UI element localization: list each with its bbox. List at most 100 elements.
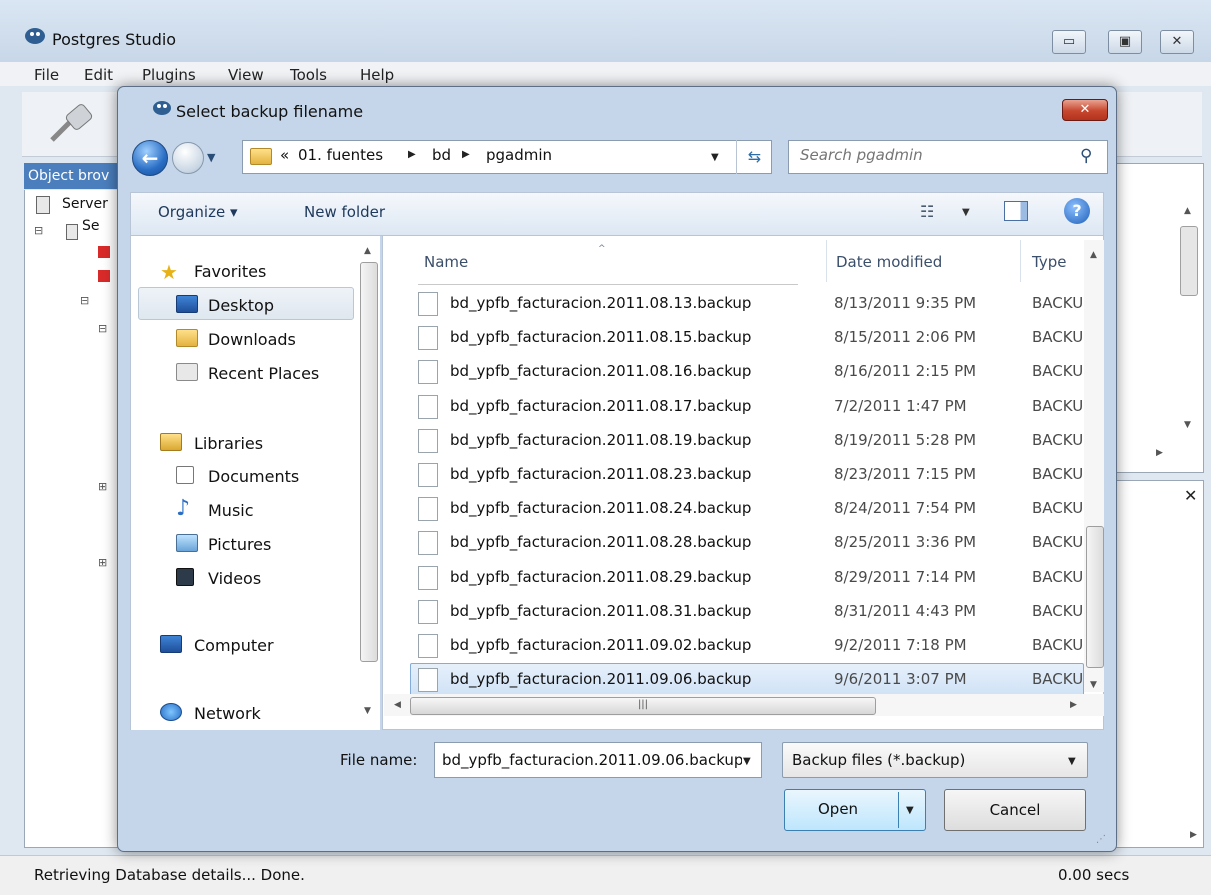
nav-computer[interactable]: Computer bbox=[194, 636, 274, 655]
scroll-up-arrow-icon[interactable]: ▲ bbox=[364, 246, 371, 256]
scroll-down-arrow-icon[interactable]: ▼ bbox=[1184, 420, 1191, 430]
nav-network[interactable]: Network bbox=[194, 704, 261, 723]
scroll-right-arrow-icon[interactable]: ▶ bbox=[1190, 830, 1197, 840]
menu-file[interactable]: File bbox=[34, 66, 59, 84]
scroll-right-arrow-icon[interactable]: ▶ bbox=[1070, 700, 1077, 710]
file-date: 8/31/2011 4:43 PM bbox=[834, 602, 977, 620]
breadcrumb-separator-icon[interactable]: ▶ bbox=[462, 149, 470, 160]
file-name[interactable]: bd_ypfb_facturacion.2011.08.13.backup bbox=[450, 294, 751, 312]
history-dropdown-icon[interactable]: ▼ bbox=[207, 151, 215, 164]
maximize-button[interactable]: ▣ bbox=[1108, 30, 1142, 54]
refresh-icon[interactable]: ⇆ bbox=[736, 140, 772, 174]
column-header-type[interactable]: Type bbox=[1032, 253, 1066, 271]
connect-plug-icon[interactable] bbox=[44, 100, 104, 146]
breadcrumb-overflow[interactable]: « bbox=[280, 146, 289, 164]
open-button-label[interactable]: Open bbox=[818, 800, 858, 818]
search-icon[interactable]: ⚲ bbox=[1080, 146, 1092, 166]
open-options-dropdown-icon[interactable]: ▼ bbox=[906, 805, 914, 816]
file-type: BACKU bbox=[1032, 499, 1084, 517]
file-name[interactable]: bd_ypfb_facturacion.2011.08.29.backup bbox=[450, 568, 751, 586]
file-name[interactable]: bd_ypfb_facturacion.2011.08.19.backup bbox=[450, 431, 751, 449]
file-type-value[interactable]: Backup files (*.backup) bbox=[792, 751, 965, 769]
breadcrumb-fuentes[interactable]: 01. fuentes bbox=[298, 146, 383, 164]
file-type-dropdown-icon[interactable]: ▼ bbox=[1068, 756, 1076, 767]
file-icon bbox=[418, 395, 438, 419]
back-arrow-icon[interactable]: ← bbox=[132, 140, 168, 176]
cancel-button[interactable]: Cancel bbox=[944, 789, 1086, 831]
scroll-down-arrow-icon[interactable]: ▼ bbox=[1090, 680, 1097, 690]
file-icon bbox=[418, 531, 438, 555]
organize-button[interactable]: Organize ▾ bbox=[158, 203, 238, 221]
folder-icon bbox=[250, 148, 272, 165]
dialog-close-button[interactable]: ✕ bbox=[1062, 99, 1108, 121]
tree-item-server-group[interactable]: Se bbox=[82, 218, 100, 234]
file-list-vertical-thumb[interactable] bbox=[1086, 526, 1104, 668]
file-date: 8/16/2011 2:15 PM bbox=[834, 362, 977, 380]
menu-view[interactable]: View bbox=[228, 66, 264, 84]
tree-expander-icon[interactable]: ⊟ bbox=[80, 294, 89, 307]
help-icon[interactable]: ? bbox=[1064, 198, 1090, 224]
column-separator[interactable] bbox=[1020, 240, 1021, 282]
tree-item-server[interactable]: Server bbox=[62, 196, 108, 212]
new-folder-button[interactable]: New folder bbox=[304, 203, 385, 221]
nav-desktop[interactable]: Desktop bbox=[208, 296, 274, 315]
preview-pane-icon[interactable] bbox=[1004, 201, 1028, 221]
nav-favorites[interactable]: Favorites bbox=[194, 262, 266, 281]
file-name[interactable]: bd_ypfb_facturacion.2011.08.15.backup bbox=[450, 328, 751, 346]
scroll-up-arrow-icon[interactable]: ▲ bbox=[1090, 250, 1097, 260]
nav-recent-places[interactable]: Recent Places bbox=[208, 364, 319, 383]
column-header-date[interactable]: Date modified bbox=[836, 253, 942, 271]
forward-arrow-icon[interactable] bbox=[172, 142, 204, 174]
view-options-icon[interactable]: ☷ bbox=[920, 202, 934, 221]
address-dropdown-icon[interactable]: ▼ bbox=[711, 152, 719, 163]
file-name[interactable]: bd_ypfb_facturacion.2011.09.02.backup bbox=[450, 636, 751, 654]
menu-edit[interactable]: Edit bbox=[84, 66, 113, 84]
menu-tools[interactable]: Tools bbox=[290, 66, 327, 84]
close-button[interactable]: ✕ bbox=[1160, 30, 1194, 54]
scroll-right-arrow-icon[interactable]: ▶ bbox=[1156, 448, 1163, 458]
file-icon bbox=[418, 429, 438, 453]
view-dropdown-icon[interactable]: ▼ bbox=[962, 207, 970, 218]
object-browser-tree bbox=[24, 190, 122, 848]
file-name[interactable]: bd_ypfb_facturacion.2011.08.17.backup bbox=[450, 397, 751, 415]
menu-plugins[interactable]: Plugins bbox=[142, 66, 196, 84]
column-separator[interactable] bbox=[826, 240, 827, 282]
file-name-dropdown-icon[interactable]: ▼ bbox=[743, 756, 751, 767]
status-text: Retrieving Database details... Done. bbox=[34, 866, 305, 884]
file-name[interactable]: bd_ypfb_facturacion.2011.09.06.backup bbox=[450, 670, 751, 688]
tree-expander-icon[interactable]: ⊟ bbox=[34, 224, 43, 237]
nav-music[interactable]: Music bbox=[208, 501, 254, 520]
column-header-name[interactable]: Name bbox=[424, 253, 468, 271]
tree-expander-icon[interactable]: ⊞ bbox=[98, 480, 107, 493]
pane-close-icon[interactable]: ✕ bbox=[1184, 486, 1197, 505]
breadcrumb-bd[interactable]: bd bbox=[432, 146, 451, 164]
menu-help[interactable]: Help bbox=[360, 66, 394, 84]
scroll-up-arrow-icon[interactable]: ▲ bbox=[1184, 206, 1191, 216]
file-list-horizontal-thumb[interactable]: ||| bbox=[410, 697, 876, 715]
navigation-scroll-thumb[interactable] bbox=[360, 262, 378, 662]
properties-scroll-thumb[interactable] bbox=[1180, 226, 1198, 296]
file-name[interactable]: bd_ypfb_facturacion.2011.08.31.backup bbox=[450, 602, 751, 620]
breadcrumb-separator-icon[interactable]: ▶ bbox=[408, 149, 416, 160]
resize-grip-icon[interactable]: ⋰ bbox=[1096, 834, 1107, 845]
file-name[interactable]: bd_ypfb_facturacion.2011.08.16.backup bbox=[450, 362, 751, 380]
file-name[interactable]: bd_ypfb_facturacion.2011.08.24.backup bbox=[450, 499, 751, 517]
search-input[interactable] bbox=[800, 146, 1050, 164]
nav-videos[interactable]: Videos bbox=[208, 569, 261, 588]
nav-libraries[interactable]: Libraries bbox=[194, 434, 263, 453]
nav-downloads[interactable]: Downloads bbox=[208, 330, 296, 349]
tree-expander-icon[interactable]: ⊞ bbox=[98, 556, 107, 569]
libraries-icon bbox=[160, 433, 182, 451]
file-icon bbox=[418, 566, 438, 590]
file-name-value[interactable]: bd_ypfb_facturacion.2011.09.06.backup bbox=[442, 751, 742, 769]
scroll-down-arrow-icon[interactable]: ▼ bbox=[364, 706, 371, 716]
file-date: 8/15/2011 2:06 PM bbox=[834, 328, 977, 346]
nav-documents[interactable]: Documents bbox=[208, 467, 299, 486]
minimize-button[interactable]: ▭ bbox=[1052, 30, 1086, 54]
breadcrumb-pgadmin[interactable]: pgadmin bbox=[486, 146, 552, 164]
file-name[interactable]: bd_ypfb_facturacion.2011.08.28.backup bbox=[450, 533, 751, 551]
tree-expander-icon[interactable]: ⊟ bbox=[98, 322, 107, 335]
file-name[interactable]: bd_ypfb_facturacion.2011.08.23.backup bbox=[450, 465, 751, 483]
scroll-left-arrow-icon[interactable]: ◀ bbox=[394, 700, 401, 710]
nav-pictures[interactable]: Pictures bbox=[208, 535, 271, 554]
